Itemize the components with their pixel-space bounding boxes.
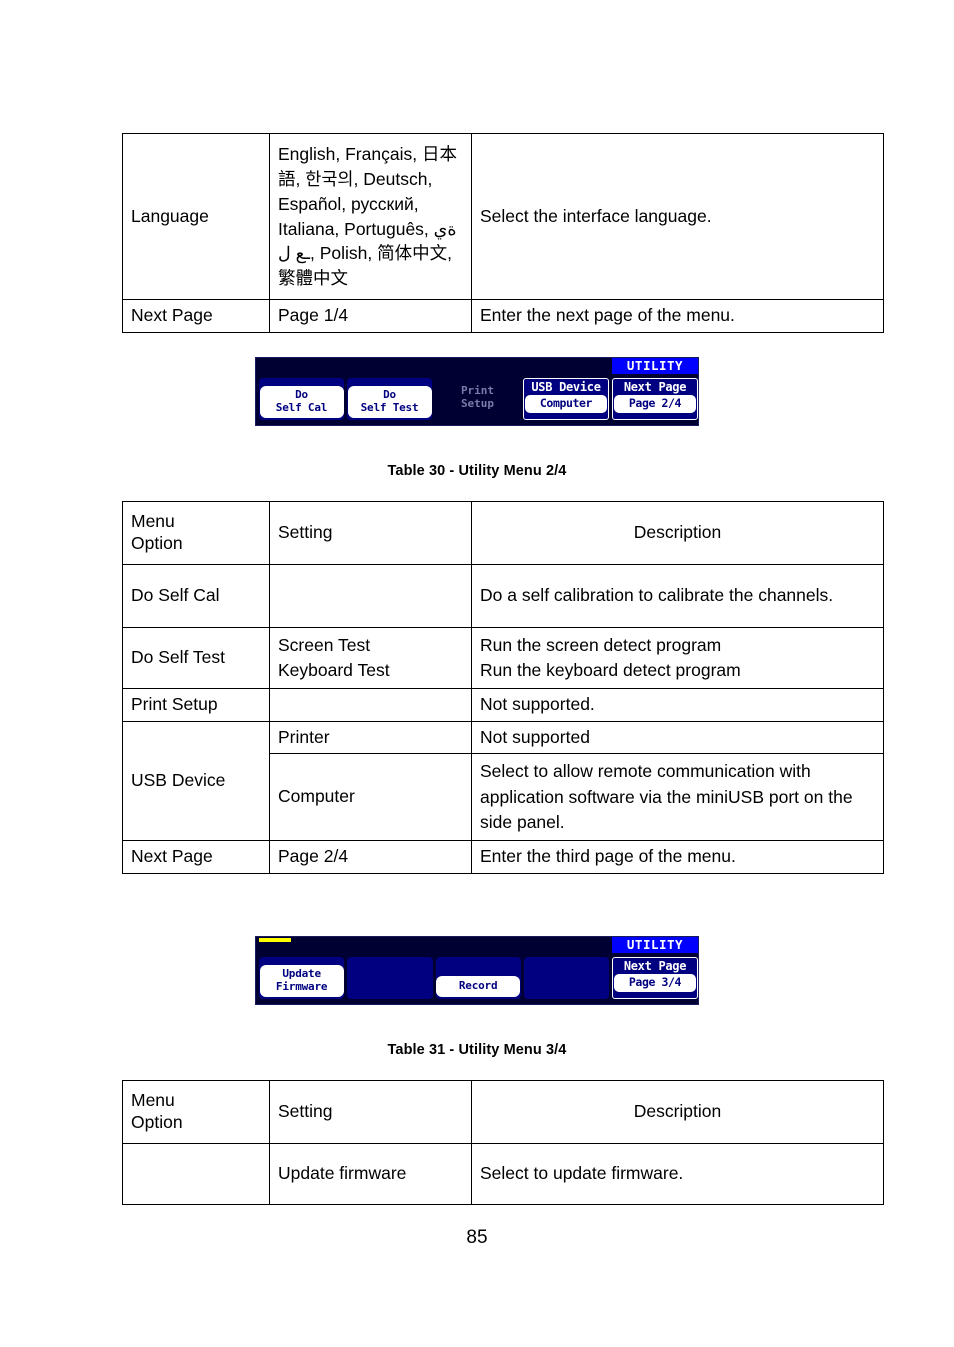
header-line1: Menu <box>131 1090 175 1111</box>
scope-key-record[interactable]: Record <box>435 957 521 999</box>
scope-key-next-page[interactable]: Next Page Page 3/4 <box>612 957 698 999</box>
cell-setting: English, Français, 日本語, 한국의, Deutsch, Es… <box>269 132 472 301</box>
table-header-row: Menu Option Setting Description <box>122 501 884 565</box>
cell-menu-option: Next Page <box>122 840 270 874</box>
scope-key-label: Do Self Test <box>347 386 432 418</box>
column-header-menu-option: Menu Option <box>122 501 270 565</box>
scope-menu-screenshot-2of4: UTILITY Do Self Cal Do Self Test Print S… <box>255 357 699 426</box>
scope-key-label: Record <box>436 976 521 997</box>
document-page: Language English, Français, 日本語, 한국의, De… <box>0 0 954 1347</box>
cell-description: Enter the third page of the menu. <box>471 840 884 874</box>
scope-key-update-firmware[interactable]: Update Firmware <box>259 957 345 999</box>
cell-description: Not supported <box>471 720 884 755</box>
scope-key-empty-4[interactable] <box>523 957 609 999</box>
table-row: Do Self Cal Do a self calibration to cal… <box>122 564 884 628</box>
scope-key-usb-device[interactable]: USB Device Computer <box>523 378 609 420</box>
cell-menu-option <box>122 1143 270 1205</box>
scope-title-utility: UTILITY <box>612 358 698 374</box>
table-header-row: Menu Option Setting Description <box>122 1080 884 1144</box>
cell-description: Do a self calibration to calibrate the c… <box>471 564 884 628</box>
scope-key-value[interactable]: Computer <box>525 395 607 413</box>
cell-menu-option: Print Setup <box>122 688 270 722</box>
scope-key-label: Print Setup <box>436 381 520 418</box>
cell-setting <box>269 564 472 628</box>
scope-key-print-setup[interactable]: Print Setup <box>435 378 520 420</box>
cell-setting-line2: Keyboard Test <box>278 660 390 680</box>
cell-menu-option: Do Self Test <box>122 627 270 689</box>
cell-description: Select to update firmware. <box>471 1143 884 1205</box>
table-row: Language English, Français, 日本語, 한국의, De… <box>122 132 884 301</box>
table-utility-menu-2: Menu Option Setting Description Do Self … <box>122 501 884 874</box>
scope-key-do-self-test[interactable]: Do Self Test <box>347 378 432 420</box>
cell-description-line1: Run the screen detect program <box>480 634 722 655</box>
table-utility-menu-3: Menu Option Setting Description Update f… <box>122 1080 884 1205</box>
column-header-description: Description <box>471 501 884 565</box>
cell-menu-option: USB Device <box>122 720 270 842</box>
cell-description: Run the screen detect program Run the ke… <box>471 627 884 689</box>
scope-key-heading: USB Device <box>531 380 601 394</box>
scope-key-heading: Next Page <box>623 959 687 973</box>
table-row: Update firmware Select to update firmwar… <box>122 1143 884 1205</box>
scope-key-line2: Setup <box>460 397 495 411</box>
scope-footer-bar <box>256 420 698 425</box>
cell-description: Enter the next page of the menu. <box>471 299 884 333</box>
header-line1: Menu <box>131 511 175 532</box>
cell-description: Select to allow remote communication wit… <box>471 753 884 842</box>
scope-key-label: Do Self Cal <box>259 386 344 418</box>
scope-key-do-self-cal[interactable]: Do Self Cal <box>259 378 344 420</box>
table-row: Do Self Test Screen Test Keyboard Test R… <box>122 627 884 689</box>
caption-table-30: Table 30 - Utility Menu 2/4 <box>387 463 567 479</box>
table-row: Next Page Page 1/4 Enter the next page o… <box>122 299 884 333</box>
scope-footer-bar <box>256 999 698 1004</box>
column-header-setting: Setting <box>269 501 472 565</box>
scope-key-line2: Self Cal <box>275 401 328 415</box>
scope-header-bar: UTILITY <box>256 937 698 953</box>
scope-key-value[interactable]: Page 2/4 <box>614 395 696 413</box>
table-row: Next Page Page 2/4 Enter the third page … <box>122 840 884 874</box>
cell-description: Select the interface language. <box>471 132 884 301</box>
scope-key-line2: Self Test <box>360 401 419 415</box>
cell-setting: Computer <box>269 753 472 842</box>
cell-setting-line1: Screen Test <box>278 634 371 655</box>
scope-softkey-row: Do Self Cal Do Self Test Print Setup USB… <box>256 374 698 420</box>
cell-menu-option: Do Self Cal <box>122 564 270 628</box>
cell-setting: Screen Test Keyboard Test <box>269 627 472 689</box>
cell-setting <box>269 688 472 722</box>
scope-key-line2: Firmware <box>275 980 328 994</box>
cell-menu-option: Next Page <box>122 299 270 333</box>
scope-key-value[interactable]: Page 3/4 <box>614 974 696 992</box>
header-line2: Option <box>131 1112 183 1132</box>
scope-softkey-row: Update Firmware Record Next Page Page 3/… <box>256 953 698 999</box>
scope-key-empty-2[interactable] <box>347 957 433 999</box>
cell-setting: Page 1/4 <box>269 299 472 333</box>
scope-title-utility: UTILITY <box>612 937 698 953</box>
cell-setting: Page 2/4 <box>269 840 472 874</box>
table-row: USB Device Printer Not supported <box>122 720 884 842</box>
column-header-description: Description <box>471 1080 884 1144</box>
column-header-menu-option: Menu Option <box>122 1080 270 1144</box>
scope-key-label: Update Firmware <box>259 965 344 997</box>
table-utility-menu-1: Language English, Français, 日本語, 한국의, De… <box>122 132 884 333</box>
scope-key-heading: Next Page <box>623 380 687 394</box>
header-line2: Option <box>131 533 183 553</box>
scope-key-next-page[interactable]: Next Page Page 2/4 <box>612 378 698 420</box>
scope-header-bar: UTILITY <box>256 358 698 374</box>
cell-setting: Update firmware <box>269 1143 472 1205</box>
page-number: 85 <box>466 1227 488 1248</box>
table-row: Print Setup Not supported. <box>122 688 884 722</box>
cell-setting: Printer <box>269 720 472 755</box>
cell-description-line2: Run the keyboard detect program <box>480 660 741 680</box>
column-header-setting: Setting <box>269 1080 472 1144</box>
cell-description: Not supported. <box>471 688 884 722</box>
trigger-marker-icon <box>259 938 291 942</box>
caption-table-31: Table 31 - Utility Menu 3/4 <box>387 1042 567 1058</box>
scope-menu-screenshot-3of4: UTILITY Update Firmware Record Next Page… <box>255 936 699 1005</box>
cell-menu-option: Language <box>122 132 270 301</box>
